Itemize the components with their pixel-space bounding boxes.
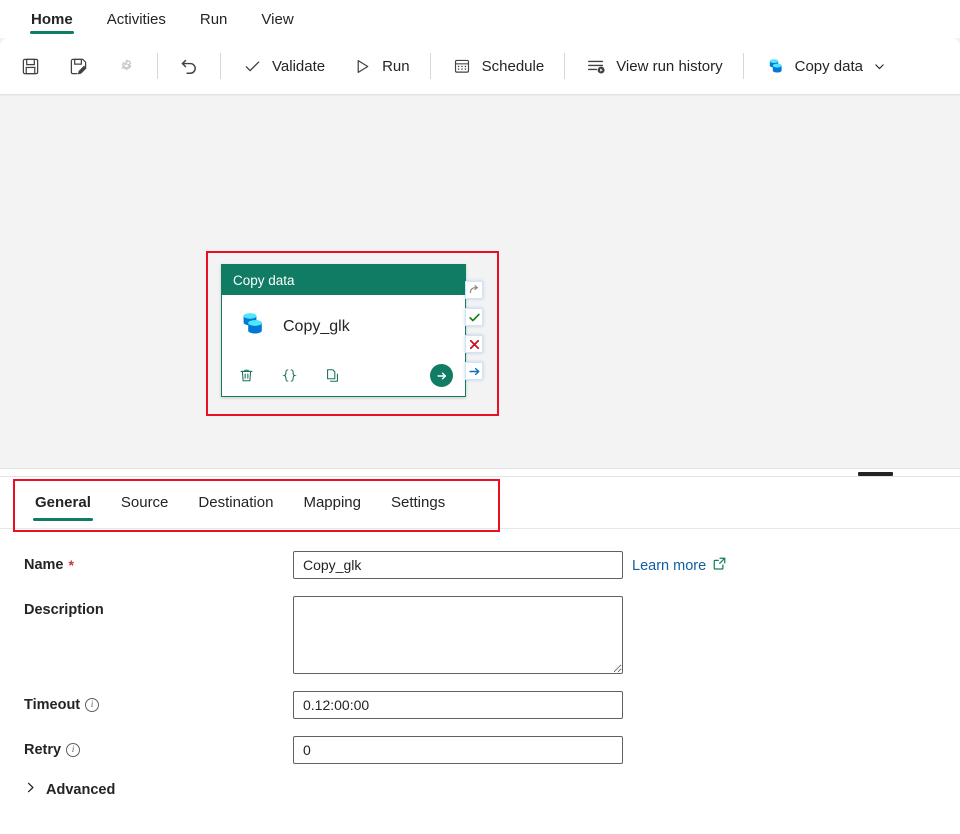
- toolbar-separator: [157, 53, 158, 79]
- play-icon: [351, 55, 373, 77]
- undo-icon: [178, 55, 200, 77]
- activity-card-body: Copy_glk: [222, 295, 465, 397]
- run-history-icon: [585, 55, 607, 77]
- schedule-label: Schedule: [482, 58, 545, 75]
- external-link-icon: [712, 556, 727, 575]
- tab-source[interactable]: Source: [106, 477, 184, 528]
- splitter-grabber[interactable]: [858, 472, 893, 476]
- validate-button[interactable]: Validate: [230, 47, 336, 85]
- activity-card-main: Copy_glk: [236, 307, 455, 346]
- toolbar-separator: [743, 53, 744, 79]
- copy-data-label: Copy data: [795, 58, 863, 75]
- save-as-icon: [67, 55, 89, 77]
- ribbon-tab-view[interactable]: View: [244, 0, 310, 38]
- activity-connectors: [465, 281, 483, 380]
- chevron-right-icon: [24, 781, 37, 798]
- save-icon: [19, 55, 41, 77]
- form-row-timeout: Timeout i: [0, 691, 960, 719]
- copy-data-icon: [764, 55, 786, 77]
- tab-mapping[interactable]: Mapping: [288, 477, 376, 528]
- toolbar-separator: [220, 53, 221, 79]
- form-row-description: Description: [0, 596, 960, 674]
- learn-more-label: Learn more: [632, 558, 706, 574]
- code-braces-icon[interactable]: [279, 366, 299, 386]
- name-label-text: Name: [24, 557, 64, 573]
- activity-card-name: Copy_glk: [283, 318, 350, 336]
- settings-button[interactable]: [104, 47, 148, 85]
- view-run-history-label: View run history: [616, 58, 722, 75]
- retry-label: Retry i: [0, 736, 293, 758]
- tab-destination-label: Destination: [198, 494, 273, 511]
- connector-on-success[interactable]: [465, 308, 483, 326]
- toolbar-region: Validate Run Schedule: [0, 38, 960, 96]
- run-button[interactable]: Run: [340, 47, 421, 85]
- info-icon[interactable]: i: [66, 743, 80, 757]
- clone-icon[interactable]: [322, 366, 342, 386]
- connector-on-skip[interactable]: [465, 281, 483, 299]
- required-marker: *: [69, 557, 74, 573]
- info-icon[interactable]: i: [85, 698, 99, 712]
- form-row-retry: Retry i: [0, 736, 960, 764]
- connector-on-completion[interactable]: [465, 362, 483, 380]
- delete-icon[interactable]: [236, 366, 256, 386]
- description-textarea[interactable]: [293, 596, 623, 674]
- ribbon-tab-strip: Home Activities Run View: [0, 0, 960, 38]
- save-as-button[interactable]: [56, 47, 100, 85]
- activity-card-header-label: Copy data: [233, 273, 295, 288]
- activity-detail-panel: General Source Destination Mapping Setti…: [0, 477, 960, 834]
- tab-general[interactable]: General: [20, 477, 106, 528]
- pipeline-canvas[interactable]: Copy data Copy_glk: [0, 96, 960, 468]
- validate-label: Validate: [272, 58, 325, 75]
- description-label-text: Description: [24, 602, 104, 618]
- tab-source-label: Source: [121, 494, 169, 511]
- detail-tab-strip: General Source Destination Mapping Setti…: [0, 477, 960, 529]
- schedule-button[interactable]: Schedule: [440, 47, 556, 85]
- view-run-history-button[interactable]: View run history: [574, 47, 733, 85]
- panel-splitter[interactable]: [0, 468, 960, 477]
- toolbar-separator: [430, 53, 431, 79]
- timeout-label: Timeout i: [0, 691, 293, 713]
- tab-settings[interactable]: Settings: [376, 477, 460, 528]
- activity-card-header: Copy data: [222, 265, 465, 295]
- general-form: Name * Learn more Description: [0, 529, 960, 798]
- ribbon-tab-view-label: View: [261, 11, 293, 28]
- retry-label-text: Retry: [24, 742, 61, 758]
- calendar-icon: [451, 55, 473, 77]
- activity-card-copy-data[interactable]: Copy data Copy_glk: [221, 264, 466, 397]
- tab-settings-label: Settings: [391, 494, 445, 511]
- save-button[interactable]: [8, 47, 52, 85]
- chevron-down-icon[interactable]: [872, 55, 886, 77]
- toolbar-separator: [564, 53, 565, 79]
- tab-general-label: General: [35, 494, 91, 511]
- form-row-name: Name * Learn more: [0, 551, 960, 579]
- copy-data-activity-icon: [236, 307, 270, 346]
- advanced-label: Advanced: [46, 782, 115, 798]
- ribbon-tab-activities-label: Activities: [107, 11, 166, 28]
- command-toolbar: Validate Run Schedule: [0, 38, 960, 94]
- tab-destination[interactable]: Destination: [183, 477, 288, 528]
- run-activity-button[interactable]: [430, 364, 453, 387]
- name-label: Name *: [0, 551, 293, 573]
- checkmark-icon: [241, 55, 263, 77]
- timeout-input[interactable]: [293, 691, 623, 719]
- advanced-expander[interactable]: Advanced: [0, 781, 960, 798]
- ribbon-tab-activities[interactable]: Activities: [90, 0, 183, 38]
- run-label: Run: [382, 58, 410, 75]
- activity-card-actions: [236, 364, 453, 387]
- gear-icon: [115, 55, 137, 77]
- ribbon-tab-run[interactable]: Run: [183, 0, 245, 38]
- retry-input[interactable]: [293, 736, 623, 764]
- timeout-label-text: Timeout: [24, 697, 80, 713]
- connector-on-failure[interactable]: [465, 335, 483, 353]
- copy-data-button[interactable]: Copy data: [753, 47, 897, 85]
- ribbon-tab-run-label: Run: [200, 11, 228, 28]
- ribbon-tab-home[interactable]: Home: [14, 0, 90, 38]
- tab-mapping-label: Mapping: [303, 494, 361, 511]
- undo-button[interactable]: [167, 47, 211, 85]
- name-input[interactable]: [293, 551, 623, 579]
- description-label: Description: [0, 596, 293, 618]
- ribbon-tab-home-label: Home: [31, 11, 73, 28]
- learn-more-link[interactable]: Learn more: [632, 551, 727, 575]
